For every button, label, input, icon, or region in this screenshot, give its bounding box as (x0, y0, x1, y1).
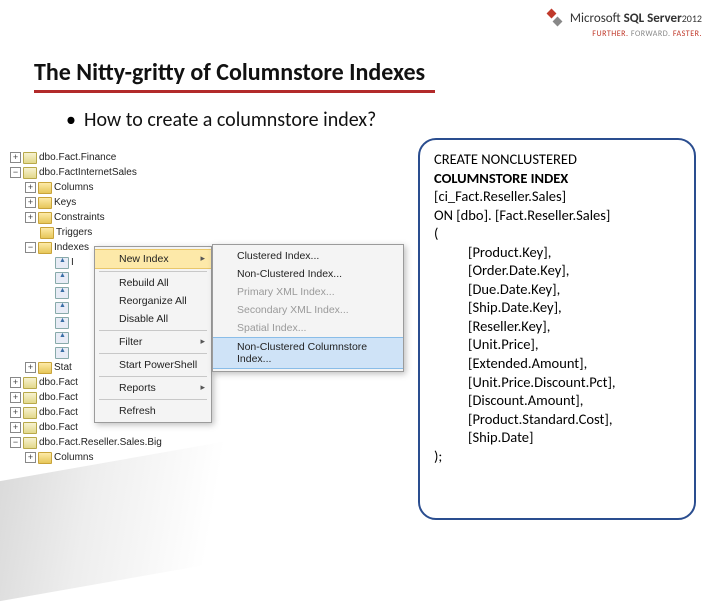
submenu-primary-xml: Primary XML Index... (213, 283, 403, 301)
menu-disable-all[interactable]: Disable All (95, 310, 211, 328)
menu-reorganize-all[interactable]: Reorganize All (95, 292, 211, 310)
submenu-nonclustered[interactable]: Non-Clustered Index... (213, 265, 403, 283)
menu-refresh[interactable]: Refresh (95, 402, 211, 420)
slide-title: The Nitty-gritty of Columnstore Indexes (34, 58, 435, 93)
submenu-columnstore[interactable]: Non-Clustered Columnstore Index... (213, 337, 403, 369)
new-index-submenu: Clustered Index... Non-Clustered Index..… (212, 244, 404, 372)
submenu-secondary-xml: Secondary XML Index... (213, 301, 403, 319)
sql-code-box: CREATE NONCLUSTERED COLUMNSTORE INDEX [c… (418, 138, 696, 520)
menu-rebuild-all[interactable]: Rebuild All (95, 274, 211, 292)
submenu-clustered[interactable]: Clustered Index... (213, 247, 403, 265)
brand-logo: Microsoft SQL Server2012 FURTHER. FORWAR… (542, 8, 702, 39)
cube-icon (542, 8, 566, 30)
context-menu: New Index Rebuild All Reorganize All Dis… (94, 246, 212, 423)
menu-new-index[interactable]: New Index (95, 249, 211, 269)
submenu-spatial: Spatial Index... (213, 319, 403, 337)
menu-filter[interactable]: Filter (95, 333, 211, 351)
menu-reports[interactable]: Reports (95, 379, 211, 397)
slide-bullet: How to create a columnstore index? (84, 108, 376, 132)
menu-start-powershell[interactable]: Start PowerShell (95, 356, 211, 374)
